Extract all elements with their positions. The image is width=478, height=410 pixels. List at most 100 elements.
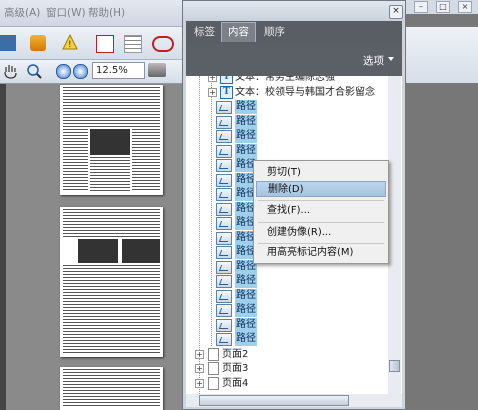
path-icon [216, 115, 232, 129]
path-icon [216, 289, 232, 303]
snapshot-icon[interactable] [148, 63, 166, 77]
tree-path-item[interactable]: 路径 [186, 288, 386, 304]
path-icon [216, 130, 232, 143]
lips-icon[interactable] [152, 36, 174, 52]
path-icon [216, 246, 232, 259]
menu-item-delete[interactable]: 删除(D) [256, 181, 386, 197]
path-icon [216, 231, 232, 245]
path-icon [216, 159, 232, 172]
text-node-icon: T [220, 76, 233, 84]
menu-window[interactable]: 窗口(W) [46, 5, 86, 20]
zoom-icon[interactable] [26, 63, 42, 79]
path-icon [216, 144, 232, 158]
tree-path-item[interactable]: 路径 [186, 274, 386, 289]
path-icon [216, 275, 232, 288]
chevron-down-icon[interactable] [388, 57, 394, 61]
page-icon [208, 376, 219, 390]
menu-item-cut[interactable]: 剪切(T) [256, 165, 386, 181]
tree-page-item[interactable]: + 页面2 [186, 347, 386, 362]
tree-page-label: 页面4 [222, 377, 249, 389]
svg-text:!: ! [68, 40, 72, 50]
tab-bookmarks[interactable]: 标签 [188, 23, 221, 42]
tree-text-label: 文本：校领导与韩国才合影留念 [235, 86, 375, 98]
path-icon [216, 333, 232, 346]
page-thumbnail-2[interactable] [60, 207, 163, 357]
options-button[interactable]: 选项 [363, 53, 384, 68]
tree-text-item[interactable]: + T 文本：校领导与韩国才合影留念 [186, 85, 386, 100]
hand-icon[interactable] [2, 63, 18, 79]
tree-path-item[interactable]: 路径 [186, 303, 386, 318]
expand-icon[interactable]: + [195, 349, 204, 359]
expand-icon[interactable]: + [208, 76, 217, 82]
path-label: 路径 [235, 303, 257, 317]
menu-help[interactable]: 帮助(H) [88, 5, 125, 20]
path-label: 路径 [235, 274, 257, 288]
page-thumbnail-3[interactable] [60, 367, 163, 410]
expand-icon[interactable]: + [195, 378, 204, 388]
stamp-icon[interactable] [30, 35, 46, 51]
tree-path-item[interactable]: 路径 [186, 100, 386, 115]
tree-path-item[interactable]: 路径 [186, 129, 386, 144]
window-controls: – □ × [406, 0, 478, 14]
tree-path-item[interactable]: 路径 [186, 114, 386, 130]
tab-content[interactable]: 内容 [221, 22, 256, 42]
path-label: 路径 [235, 143, 257, 158]
text-icon[interactable] [124, 35, 142, 53]
menu-item-find[interactable]: 查找(F)... [256, 203, 386, 219]
path-icon [216, 202, 232, 216]
minimize-button[interactable]: – [414, 1, 428, 13]
text-node-icon: T [220, 85, 233, 99]
scroll-thumb[interactable] [389, 360, 400, 372]
edit-icon[interactable] [96, 35, 114, 53]
tab-order[interactable]: 顺序 [258, 23, 291, 42]
zoom-out-icon[interactable] [56, 64, 71, 79]
path-icon [216, 318, 232, 332]
path-label: 路径 [235, 288, 257, 303]
maximize-button[interactable]: □ [436, 1, 450, 13]
expand-icon[interactable]: + [195, 364, 204, 373]
warning-icon[interactable]: ! [62, 33, 78, 50]
right-toolbar [406, 27, 478, 83]
path-label: 路径 [235, 114, 257, 129]
menu-item-highlight-content[interactable]: 用高亮标记内容(M) [256, 245, 386, 261]
menu-separator [258, 200, 384, 201]
left-strip [0, 84, 6, 410]
horizontal-scroll-thumb[interactable] [199, 395, 349, 406]
menu-separator [258, 243, 384, 244]
menu-separator [258, 222, 384, 223]
zoom-in-icon[interactable] [73, 64, 88, 79]
path-icon [216, 173, 232, 187]
vertical-scrollbar[interactable] [388, 76, 401, 394]
menu-item-create-artifact[interactable]: 创建伪像(R)... [256, 225, 386, 241]
panel-titlebar: × [183, 1, 405, 21]
path-icon [216, 304, 232, 317]
tree-path-item[interactable]: 路径 [186, 317, 386, 333]
options-bar: 选项 [186, 44, 402, 76]
panel-close-button[interactable]: × [389, 5, 403, 19]
menu-advanced[interactable]: 高级(A) [4, 5, 40, 20]
page-icon [208, 347, 219, 361]
path-icon [216, 260, 232, 274]
path-label: 路径 [235, 100, 257, 114]
path-label: 路径 [235, 317, 257, 332]
page-thumbnail-1[interactable] [60, 85, 163, 195]
path-label: 路径 [235, 332, 257, 346]
zoom-field[interactable]: 12.5% [92, 62, 145, 79]
tree-page-item[interactable]: + 页面3 [186, 361, 386, 376]
close-window-button[interactable]: × [458, 1, 472, 13]
horizontal-scrollbar[interactable] [186, 394, 402, 407]
select-tool-icon[interactable] [0, 35, 16, 51]
path-icon [216, 101, 232, 114]
panel-tabs: 标签 内容 顺序 [186, 21, 402, 44]
tree-path-item[interactable]: 路径 [186, 143, 386, 159]
tree-page-label: 页面3 [222, 363, 249, 374]
path-label: 路径 [235, 129, 257, 143]
expand-icon[interactable]: + [208, 87, 217, 97]
tree-path-item[interactable]: 路径 [186, 332, 386, 347]
path-icon [216, 188, 232, 201]
context-menu: 剪切(T) 删除(D) 查找(F)... 创建伪像(R)... 用高亮标记内容(… [253, 160, 389, 264]
page-icon [208, 362, 219, 375]
tree-page-item[interactable]: + 页面4 [186, 376, 386, 391]
path-icon [216, 217, 232, 230]
document-view [0, 84, 182, 410]
